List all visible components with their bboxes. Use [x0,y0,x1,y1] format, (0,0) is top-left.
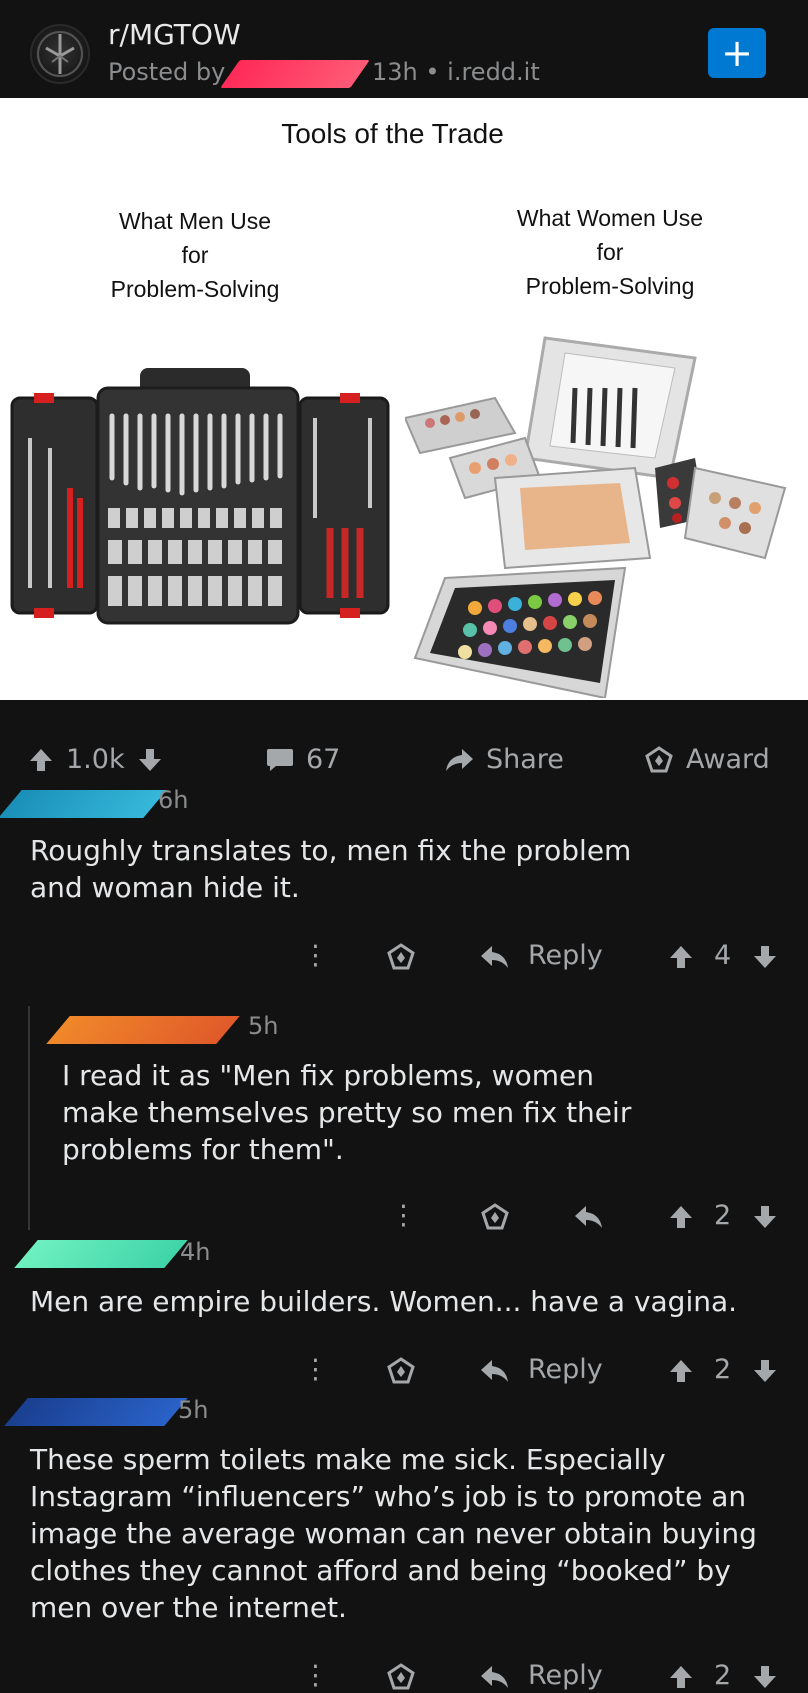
award-label: Award [686,744,770,775]
more-options-icon[interactable]: ⋮ [302,1354,329,1385]
upvote-icon[interactable] [668,1358,694,1384]
post-header: r/MGTOW Posted by 13h • i.redd.it + [0,0,808,98]
award-button[interactable]: Award [644,744,770,775]
reply-label[interactable]: Reply [528,940,603,971]
comment-body: Roughly translates to, men fix the probl… [30,832,790,906]
post-meta: Posted by [108,58,225,86]
share-icon [446,748,473,771]
downvote-icon[interactable] [752,1204,778,1230]
comment-line: These sperm toilets make me sick. Especi… [30,1443,666,1476]
comment-line: image the average woman can never obtain… [30,1517,757,1550]
right-caption-line: What Women Use [516,205,704,231]
share-label: Share [486,744,564,775]
redacted-username [220,60,370,88]
plus-icon: + [721,31,753,75]
right-caption-line: Problem-Solving [525,273,695,299]
thread-line [28,1006,30,1230]
comment-actions: ⋮ Reply 2 [0,1660,808,1693]
comment-actions: ⋮ Reply 2 [0,1354,808,1394]
posted-by-label: Posted by [108,58,226,86]
upvote-count: 1.0k [66,744,125,775]
right-caption-line: for [596,239,624,265]
downvote-icon[interactable] [137,747,163,773]
image-title: Tools of the Trade [281,118,504,149]
makeup-kit-illustration [405,336,787,698]
comment-icon [267,748,293,771]
comment-line: Men are empire builders. Women... have a… [30,1285,738,1318]
comment-time: 6h [158,786,189,814]
comment-line: I read it as "Men fix problems, women [62,1059,594,1092]
left-caption: What Men Use for Problem-Solving [80,204,310,306]
award-icon[interactable] [386,942,416,972]
reply-icon[interactable] [480,944,510,970]
reply-label[interactable]: Reply [528,1660,603,1691]
toolbox-illustration [10,368,390,625]
redacted-username [14,1240,188,1268]
upvote-icon[interactable] [28,747,54,773]
reply-icon[interactable] [480,1358,510,1384]
comment-line: Instagram “influencers” who’s job is to … [30,1480,747,1513]
award-icon[interactable] [386,1662,416,1692]
downvote-icon[interactable] [752,1358,778,1384]
join-button[interactable]: + [708,28,766,78]
subreddit-logo-icon [37,31,83,77]
left-caption-line: for [181,242,209,268]
post-image[interactable]: Tools of the Trade What Men Use for Prob… [0,98,808,700]
left-caption-line: What Men Use [118,208,272,234]
award-icon[interactable] [386,1356,416,1386]
upvote-icon[interactable] [668,1204,694,1230]
reply-label[interactable]: Reply [528,1354,603,1385]
comment-count: 67 [306,744,341,775]
comment-body: These sperm toilets make me sick. Especi… [30,1441,800,1626]
share-button[interactable]: Share [444,744,564,775]
award-icon [645,745,673,772]
post-age-domain: 13h • i.redd.it [372,58,540,86]
subreddit-avatar[interactable] [30,24,90,84]
vote-group: 1.0k [28,744,163,775]
more-options-icon[interactable]: ⋮ [390,1200,417,1231]
comment-line: problems for them". [62,1133,344,1166]
more-options-icon[interactable]: ⋮ [302,1660,329,1691]
comment-time: 5h [248,1012,279,1040]
redacted-username [0,790,167,818]
left-caption-line: Problem-Solving [110,276,280,302]
more-options-icon[interactable]: ⋮ [302,940,329,971]
comment-actions: ⋮ Reply 4 [0,940,808,980]
reply-icon[interactable] [574,1204,604,1230]
comment-line: and woman hide it. [30,871,300,904]
downvote-icon[interactable] [752,1664,778,1690]
comment-time: 5h [178,1396,209,1424]
comment-line: make themselves pretty so men fix their [62,1096,632,1129]
comment-line: men over the internet. [30,1591,347,1624]
comment-line: clothes they cannot afford and being “bo… [30,1554,731,1587]
comment-actions: ⋮ 2 [0,1200,808,1240]
vote-count: 2 [714,1660,732,1691]
vote-count: 2 [714,1354,732,1385]
comments-button[interactable]: 67 [266,744,340,775]
comment-body: I read it as "Men fix problems, women ma… [62,1057,782,1168]
right-caption: What Women Use for Problem-Solving [490,201,730,303]
reply-icon[interactable] [480,1664,510,1690]
comment-line: Roughly translates to, men fix the probl… [30,834,632,867]
vote-count: 4 [714,940,732,971]
redacted-username [46,1016,240,1044]
award-icon[interactable] [480,1202,510,1232]
downvote-icon[interactable] [752,944,778,970]
comment-time: 4h [180,1238,211,1266]
upvote-icon[interactable] [668,1664,694,1690]
comment-body: Men are empire builders. Women... have a… [30,1283,800,1320]
redacted-username [4,1398,188,1426]
vote-count: 2 [714,1200,732,1231]
upvote-icon[interactable] [668,944,694,970]
subreddit-name[interactable]: r/MGTOW [108,18,241,51]
